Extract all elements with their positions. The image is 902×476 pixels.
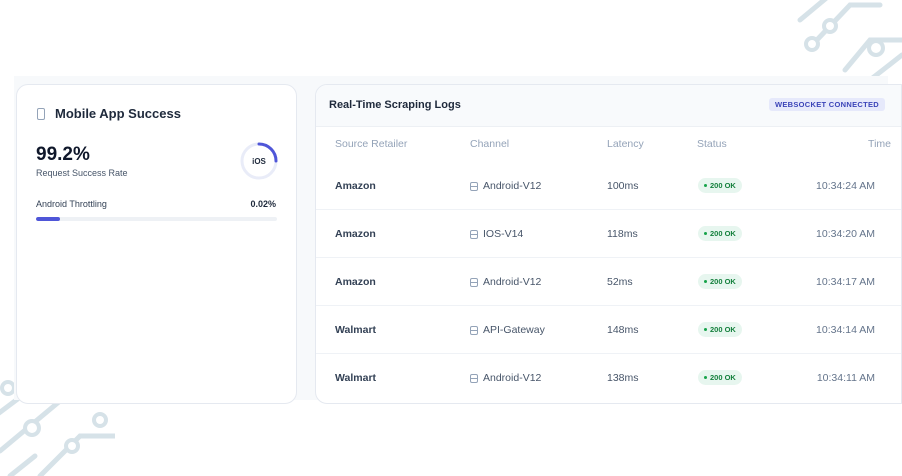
status-label: 200 OK <box>710 229 736 238</box>
status-badge: 200 OK <box>698 322 742 337</box>
retailer-cell: Walmart <box>335 372 377 384</box>
latency-cell: 118ms <box>607 228 638 240</box>
channel-cell: API-Gateway <box>470 324 545 336</box>
throttle-progress-fill <box>36 217 61 221</box>
websocket-status-badge: WEBSOCKET CONNECTED <box>768 98 885 111</box>
scraping-logs-card: Real-Time Scraping Logs WEBSOCKET CONNEC… <box>315 84 902 404</box>
channel-label: Android-V12 <box>483 276 542 288</box>
channel-label: Android-V12 <box>483 372 542 384</box>
table-row[interactable]: Amazon Android-V12 52ms 200 OK 10:34:17 AM <box>316 258 901 306</box>
retailer-cell: Amazon <box>335 180 376 192</box>
success-rate-value: 99.2% <box>36 144 90 165</box>
status-badge: 200 OK <box>698 226 742 241</box>
time-cell: 10:34:17 AM <box>816 276 875 288</box>
success-rate-label: Request Success Rate <box>36 168 128 178</box>
channel-label: IOS-V14 <box>483 228 524 240</box>
status-label: 200 OK <box>710 325 736 334</box>
retailer-cell: Amazon <box>335 276 376 288</box>
status-dot-icon <box>704 328 707 331</box>
channel-cell: Android-V12 <box>470 372 541 384</box>
status-dot-icon <box>704 280 707 283</box>
database-icon <box>470 325 478 335</box>
phone-icon <box>37 107 45 120</box>
card-header: Mobile App Success <box>37 106 181 121</box>
channel-cell: IOS-V14 <box>470 228 523 240</box>
latency-cell: 148ms <box>607 324 639 336</box>
logs-header: Real-Time Scraping Logs WEBSOCKET CONNEC… <box>316 85 901 127</box>
latency-cell: 100ms <box>607 180 639 192</box>
table-row[interactable]: Amazon Android-V12 100ms 200 OK 10:34:24 AM <box>316 162 901 210</box>
retailer-cell: Walmart <box>335 324 377 336</box>
column-header-latency[interactable]: Latency <box>607 138 644 150</box>
time-cell: 10:34:20 AM <box>816 228 875 240</box>
time-cell: 10:34:24 AM <box>816 180 875 192</box>
column-header-time[interactable]: Time <box>868 138 891 150</box>
throttle-label: Android Throttling <box>36 199 107 209</box>
column-header-channel[interactable]: Channel <box>470 138 509 150</box>
status-badge: 200 OK <box>698 274 742 289</box>
channel-label: Android-V12 <box>483 180 542 192</box>
database-icon <box>470 277 478 287</box>
time-cell: 10:34:11 AM <box>816 372 875 384</box>
channel-label: API-Gateway <box>483 324 545 336</box>
database-icon <box>470 229 478 239</box>
latency-cell: 138ms <box>607 372 639 384</box>
time-cell: 10:34:14 AM <box>816 324 875 336</box>
status-dot-icon <box>704 376 707 379</box>
channel-cell: Android-V12 <box>470 276 541 288</box>
column-header-retailer[interactable]: Source Retailer <box>335 138 407 150</box>
ring-label: iOS <box>252 156 266 166</box>
table-row[interactable]: Amazon IOS-V14 118ms 200 OK 10:34:20 AM <box>316 210 901 258</box>
card-title: Mobile App Success <box>55 106 181 121</box>
database-icon <box>470 181 478 191</box>
status-badge: 200 OK <box>698 178 742 193</box>
mobile-app-success-card: Mobile App Success 99.2% Request Success… <box>16 84 297 404</box>
table-row[interactable]: Walmart Android-V12 138ms 200 OK 10:34:11 AM <box>316 354 901 402</box>
database-icon <box>470 373 478 383</box>
table-row[interactable]: Walmart API-Gateway 148ms 200 OK 10:34:14 AM <box>316 306 901 354</box>
status-label: 200 OK <box>710 181 736 190</box>
status-label: 200 OK <box>710 373 736 382</box>
status-badge: 200 OK <box>698 370 742 385</box>
circuit-decoration-icon <box>797 0 902 80</box>
status-dot-icon <box>704 184 707 187</box>
column-header-status[interactable]: Status <box>697 138 727 150</box>
throttle-progress-bar <box>36 217 277 221</box>
latency-cell: 52ms <box>607 276 633 288</box>
retailer-cell: Amazon <box>335 228 376 240</box>
channel-cell: Android-V12 <box>470 180 541 192</box>
logs-title: Real-Time Scraping Logs <box>329 99 461 111</box>
status-dot-icon <box>704 232 707 235</box>
status-label: 200 OK <box>710 277 736 286</box>
throttle-value: 0.02% <box>250 199 276 209</box>
